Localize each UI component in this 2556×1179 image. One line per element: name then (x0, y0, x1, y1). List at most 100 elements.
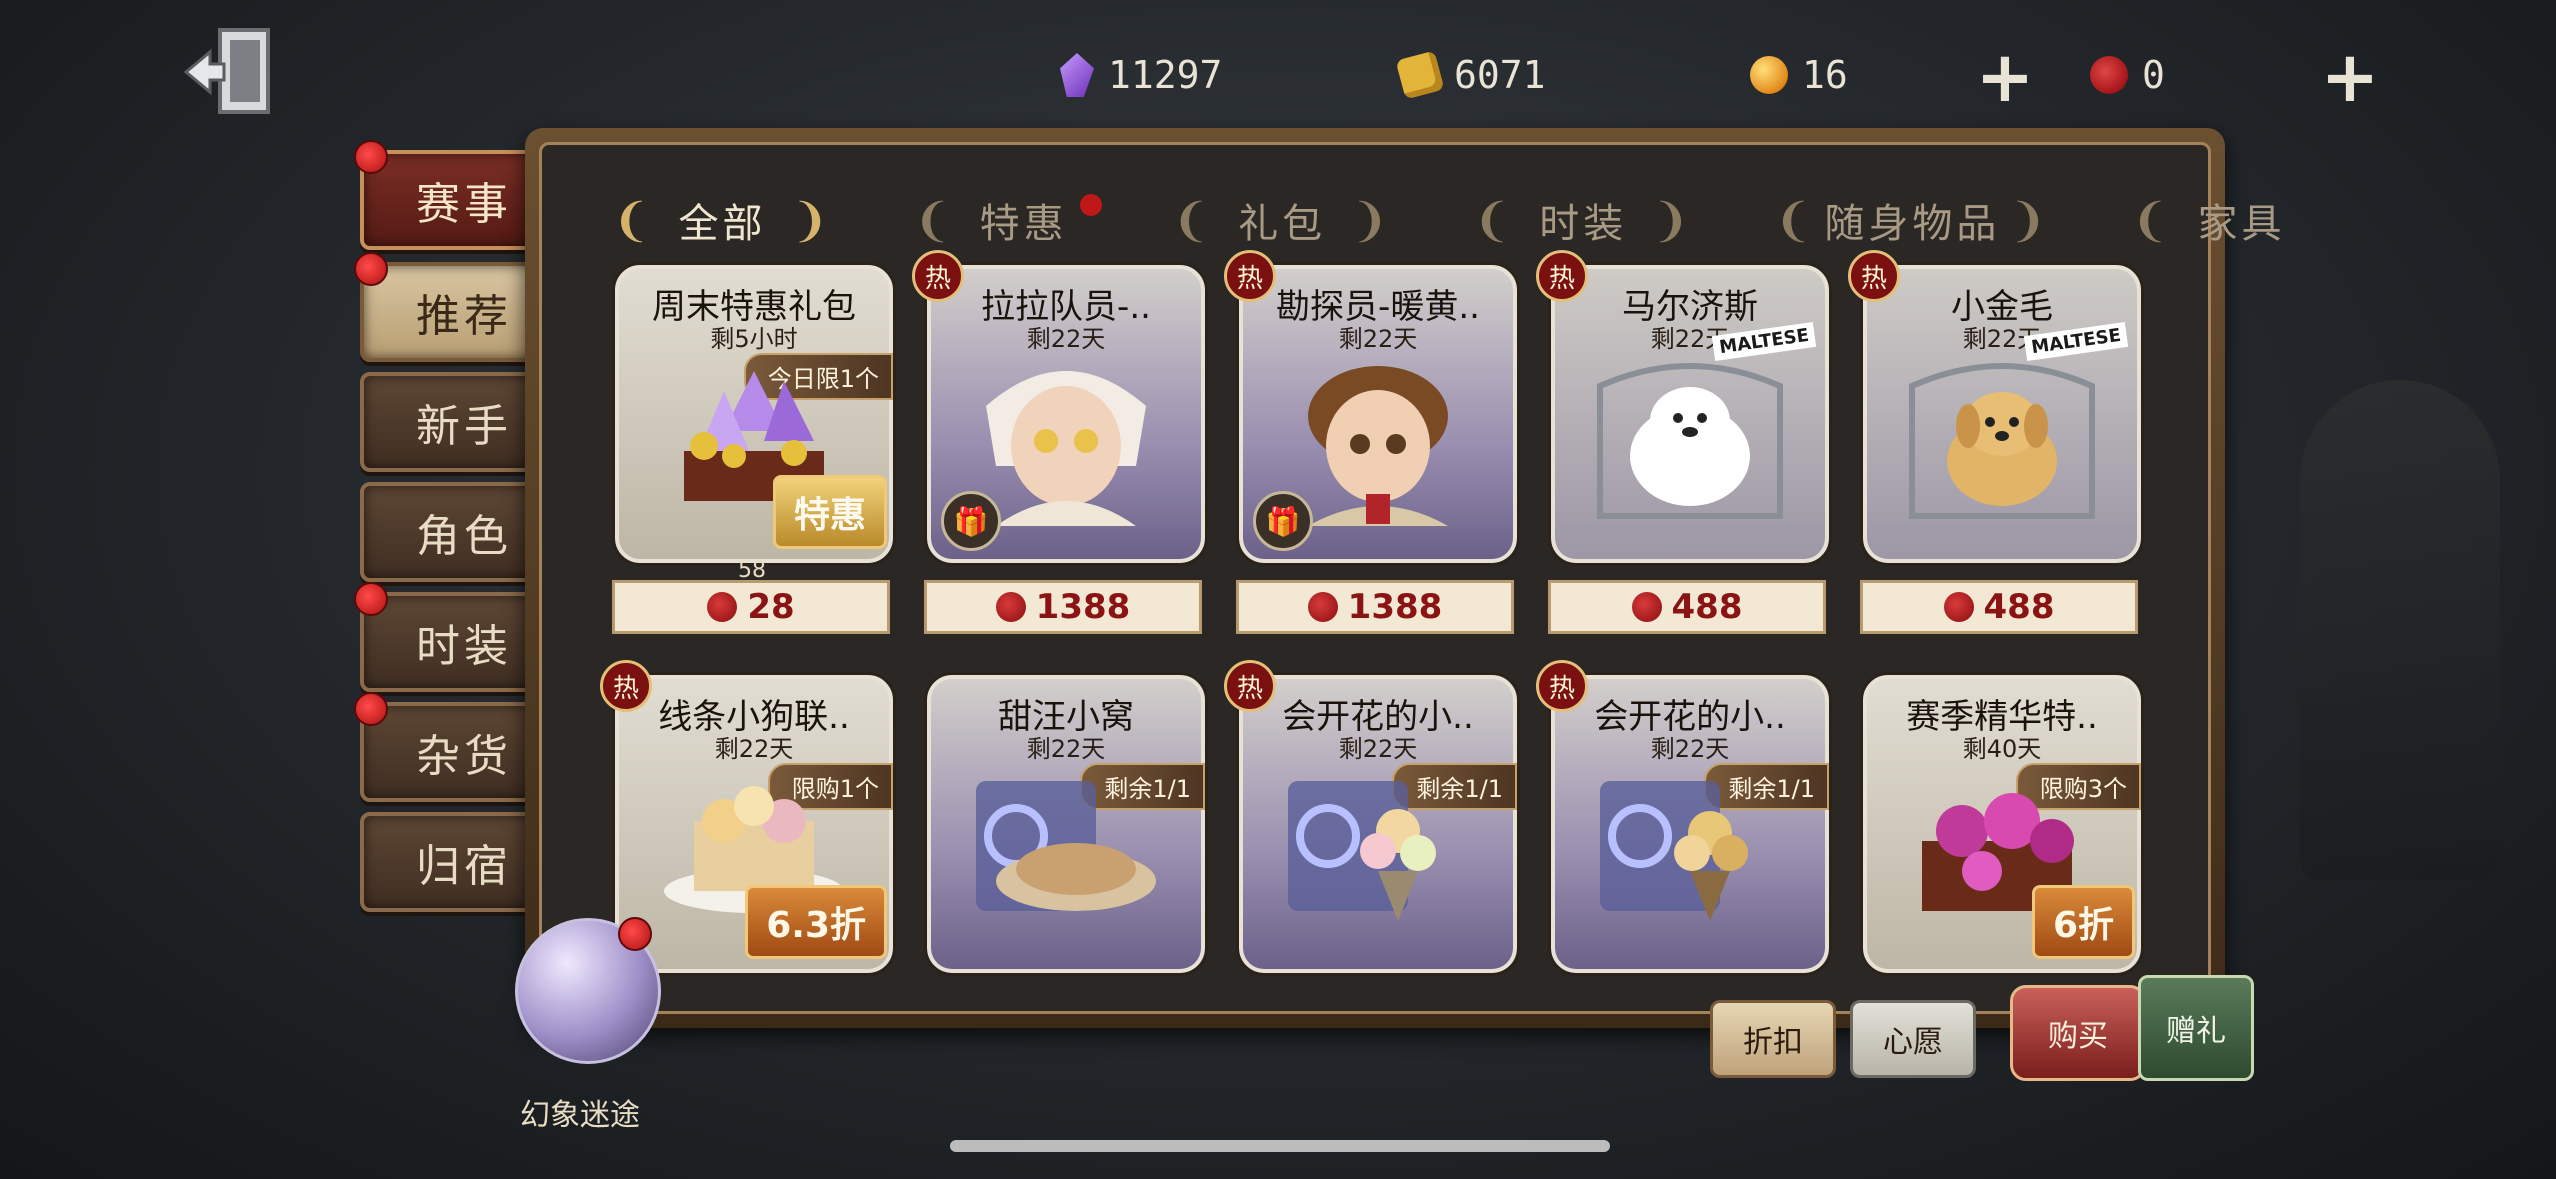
flower-bouquet-art (1268, 761, 1488, 935)
notification-dot (618, 917, 652, 951)
orb-icon (1750, 56, 1788, 94)
tab-giftpack[interactable]: ❨ 礼包 ❩ (1132, 180, 1433, 260)
notification-dot (1079, 194, 1102, 216)
card-subtitle: 剩22天 (1338, 735, 1418, 763)
hot-badge-icon: 热 (1536, 250, 1588, 302)
laurel-left-icon: ❨ (1472, 193, 1516, 247)
tab-label: 随身物品 (1824, 201, 2001, 247)
hot-badge-icon: 热 (912, 250, 964, 302)
seal-icon (2090, 56, 2128, 94)
gift-icon: 🎁 (1253, 491, 1313, 551)
price-value: 1388 (1347, 587, 1443, 627)
card-subtitle: 剩22天 (714, 735, 794, 763)
card-frame: 马尔济斯 剩22天 MALTESE (1548, 262, 1832, 566)
card-frame: 拉拉队员-.. 剩22天 🎁 (924, 262, 1208, 566)
seal-icon (1631, 592, 1662, 622)
discount-button[interactable]: 折扣 (1710, 1000, 1836, 1078)
background-figure (2300, 380, 2500, 880)
tab-furniture[interactable]: ❨ 家具 (2091, 180, 2350, 260)
seals-counter: 0 (2090, 40, 2165, 110)
event-label: 幻象迷途 (520, 1098, 640, 1133)
category-tabs: ❨ 全部 ❩ ❨ 特惠 ❨ 礼包 ❩ ❨ 时装 ❩ ❨ 随身物品 ❩ ❨ 家具 (572, 175, 2281, 265)
exit-door-icon[interactable] (180, 18, 290, 128)
laurel-left-icon: ❨ (2130, 193, 2174, 247)
shop-card[interactable]: 甜汪小窝 剩22天 剩余1/1 (924, 672, 1208, 1057)
sidebar-item-label: 时装 (416, 621, 512, 672)
card-frame: 周末特惠礼包 剩5小时 今日限1个 特惠 (612, 262, 896, 566)
shop-card[interactable]: 热 拉拉队员-.. 剩22天 🎁 1388 (912, 250, 1208, 647)
price-value: 488 (1671, 587, 1743, 627)
sidebar-item-label: 新手 (416, 401, 512, 452)
wish-button-label: 心愿 (1883, 1025, 1943, 1060)
seal-icon (707, 592, 738, 622)
price-tag: 1388 (924, 580, 1202, 634)
gift-icon: 🎁 (941, 491, 1001, 551)
tab-costume[interactable]: ❨ 时装 ❩ (1433, 180, 1734, 260)
laurel-right-icon: ❩ (1651, 193, 1694, 247)
shop-card[interactable]: 周末特惠礼包 剩5小时 今日限1个 特惠 58 28 (612, 262, 896, 647)
card-frame: 小金毛 剩22天 MALTESE (1860, 262, 2144, 566)
laurel-left-icon: ❨ (913, 193, 956, 247)
tab-label: 礼包 (1238, 201, 1327, 247)
notification-dot (354, 582, 388, 616)
event-crystal-ball[interactable] (515, 917, 661, 1064)
laurel-left-icon: ❨ (612, 193, 655, 247)
shop-card[interactable]: 热 马尔济斯 剩22天 MALTESE 488 (1536, 250, 1832, 647)
gems-value: 11297 (1108, 53, 1223, 97)
notification-dot (354, 252, 388, 286)
add-seals-button[interactable]: + (2315, 42, 2385, 112)
price-value: 28 (747, 587, 795, 627)
card-subtitle: 剩22天 (1650, 735, 1730, 763)
price-tag: 28 (612, 580, 890, 634)
buy-button-label: 购买 (2048, 1019, 2108, 1054)
card-subtitle: 剩22天 (1026, 735, 1106, 763)
price-value: 1388 (1035, 587, 1131, 627)
card-frame: 甜汪小窝 剩22天 剩余1/1 (924, 672, 1208, 976)
gem-icon (1060, 53, 1094, 97)
card-subtitle: 剩5小时 (710, 325, 798, 353)
card-frame: 赛季精华特.. 剩40天 限购3个 6折 (1860, 672, 2144, 976)
laurel-left-icon: ❨ (1171, 193, 1215, 247)
laurel-right-icon: ❩ (2008, 193, 2051, 247)
seals-value: 0 (2142, 53, 2165, 97)
hot-badge-icon: 热 (1536, 660, 1588, 712)
home-indicator[interactable] (950, 1140, 1610, 1152)
discount-badge: 特惠 (772, 475, 887, 549)
shop-card[interactable]: 热 小金毛 剩22天 MALTESE 488 (1848, 250, 2144, 647)
card-frame: 会开花的小.. 剩22天 剩余1/1 (1236, 672, 1520, 976)
gift-button[interactable]: 赠礼 (2138, 975, 2254, 1081)
laurel-left-icon: ❨ (1773, 193, 1817, 247)
flower-bouquet-art (1580, 761, 1800, 935)
tab-label: 时装 (1539, 201, 1628, 247)
tab-label: 全部 (678, 201, 767, 247)
wish-button[interactable]: 心愿 (1850, 1000, 1976, 1078)
add-orbs-button[interactable]: + (1970, 42, 2040, 112)
shop-card[interactable]: 热 勘探员-暖黄.. 剩22天 🎁 1388 (1224, 250, 1520, 647)
dog-bed-art (956, 761, 1176, 935)
laurel-right-icon: ❩ (790, 193, 834, 247)
seal-icon (1307, 592, 1338, 622)
discount-badge: 6.3折 (745, 885, 887, 959)
sidebar-item-label: 赛事 (416, 179, 512, 230)
price-tag: 488 (1860, 580, 2138, 634)
discount-badge: 6折 (2031, 885, 2135, 959)
gems-counter: 11297 (1060, 40, 1222, 110)
card-frame: 会开花的小.. 剩22天 剩余1/1 (1548, 672, 1832, 976)
hot-badge-icon: 热 (1848, 250, 1900, 302)
tab-all[interactable]: ❨ 全部 ❩ (572, 180, 873, 260)
sidebar-item-label: 杂货 (416, 731, 512, 782)
puzzle-fragment-icon (1395, 50, 1445, 100)
tab-label: 家具 (2197, 201, 2286, 247)
card-frame: 勘探员-暖黄.. 剩22天 🎁 (1236, 262, 1520, 566)
tab-special[interactable]: ❨ 特惠 (873, 180, 1132, 260)
shop-card[interactable]: 热 会开花的小.. 剩22天 剩余1/1 (1224, 660, 1520, 1057)
seal-icon (1943, 592, 1974, 622)
buy-button[interactable]: 购买 (2010, 985, 2146, 1081)
orbs-value: 16 (1802, 53, 1848, 97)
hot-badge-icon: 热 (1224, 660, 1276, 712)
laurel-right-icon: ❩ (1350, 193, 1393, 247)
discount-button-label: 折扣 (1743, 1025, 1803, 1060)
notification-dot (354, 140, 388, 174)
tab-accessories[interactable]: ❨ 随身物品 ❩ (1734, 180, 2091, 260)
seal-icon (995, 592, 1026, 622)
